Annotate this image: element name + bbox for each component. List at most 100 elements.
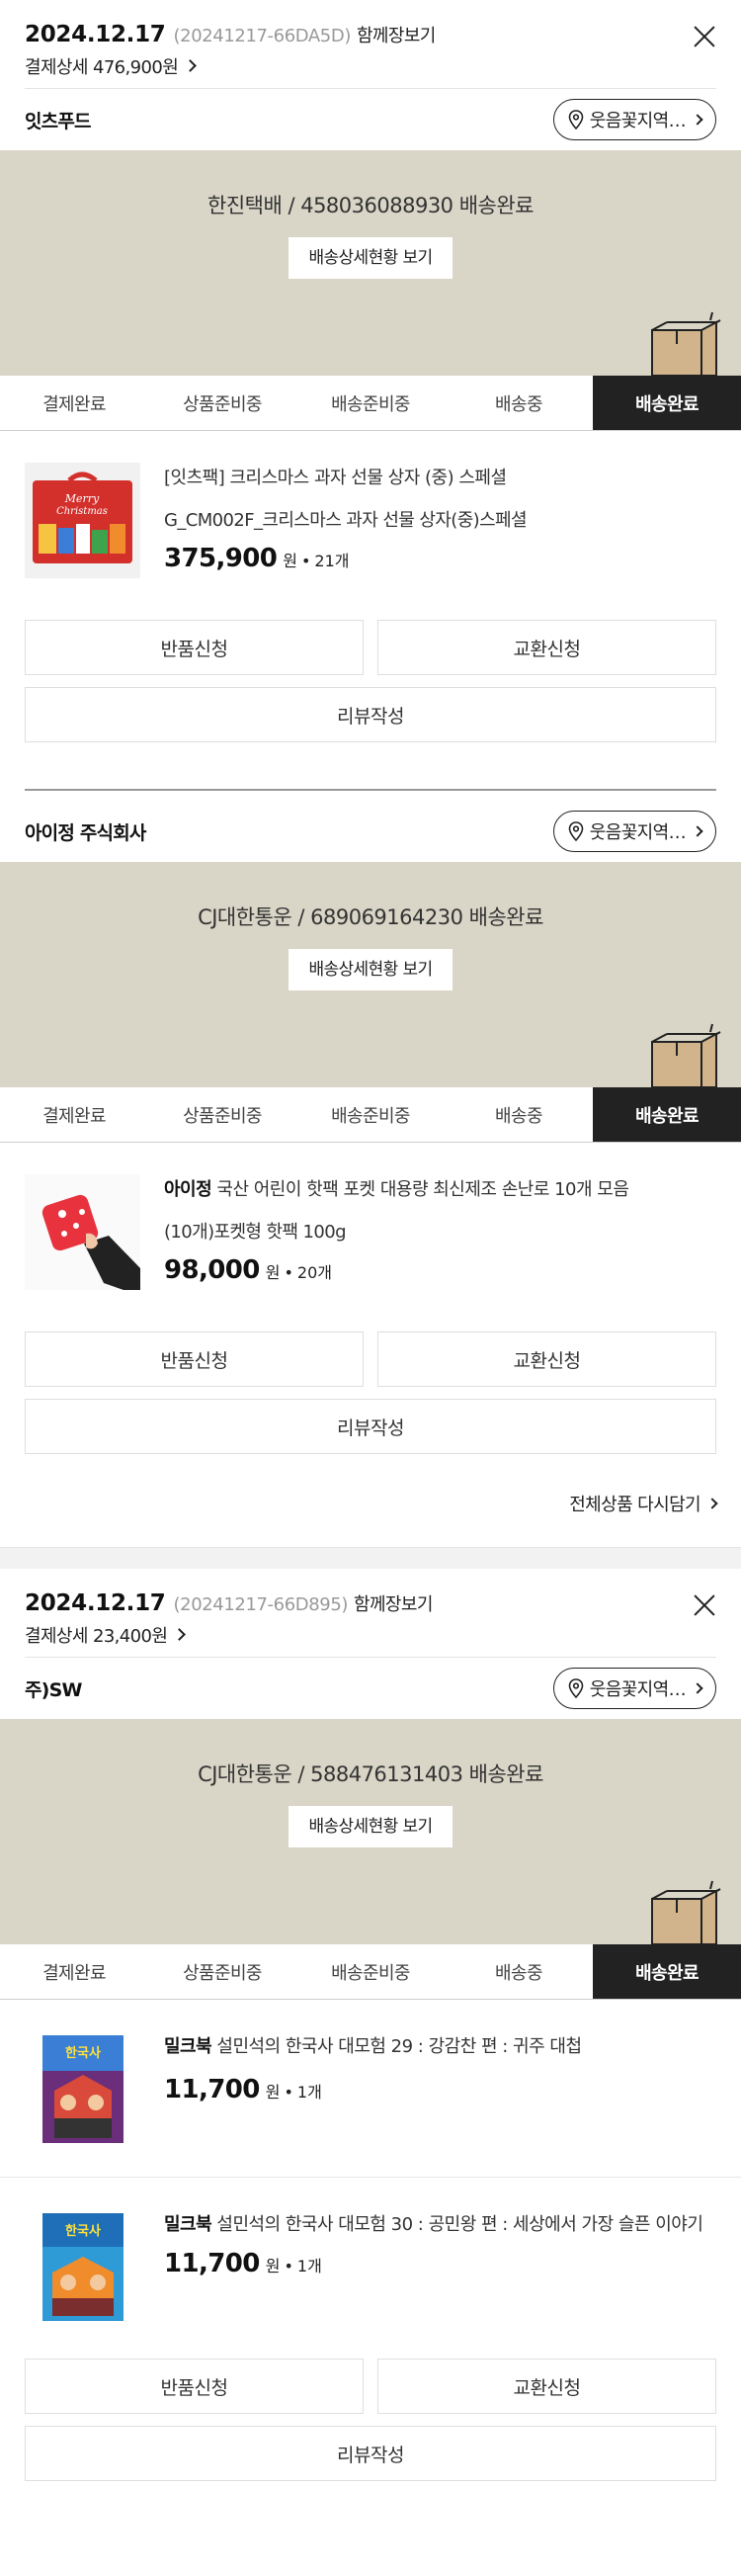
seller-name: 잇츠푸드 [25, 110, 92, 132]
product-price: 11,700 원 • 1개 [164, 2249, 322, 2278]
delivery-steps: 결제완료 상품준비중 배송준비중 배송중 배송완료 [0, 376, 741, 431]
close-icon[interactable] [690, 22, 719, 51]
step-preparing-product: 상품준비중 [183, 1962, 262, 1984]
write-review-button[interactable]: 리뷰작성 [25, 1399, 716, 1454]
write-review-button[interactable]: 리뷰작성 [25, 687, 716, 742]
area-label: 웃음꽃지역… [589, 1679, 687, 1700]
step-preparing-product: 상품준비중 [183, 393, 262, 415]
item-actions: 반품신청 교환신청 리뷰작성 [0, 620, 741, 742]
location-pin-icon [568, 110, 584, 129]
shipment-info: CJ대한통운 / 588476131403 배송완료 [198, 1762, 543, 1786]
step-paid: 결제완료 [42, 393, 106, 415]
step-preparing-shipping: 배송준비중 [331, 1962, 410, 1984]
order-date: 2024.12.17 [25, 22, 166, 47]
step-preparing-shipping: 배송준비중 [331, 393, 410, 415]
chevron-right-icon [692, 114, 703, 126]
product-name[interactable]: 밀크북 설민석의 한국사 대모험 30 : 공민왕 편 : 세상에서 가장 슬픈… [164, 2209, 716, 2241]
area-label: 웃음꽃지역… [589, 822, 687, 843]
product-item[interactable]: Merry Christmas [잇츠팩] 크리스마스 과자 선물 상자 (중) … [0, 431, 741, 578]
step-shipping: 배송중 [495, 1105, 542, 1127]
product-price: 375,900 원 • 21개 [164, 544, 350, 573]
product-thumbnail[interactable]: 한국사 [25, 2031, 140, 2147]
seller-name: 주)SW [25, 1678, 82, 1701]
area-button[interactable]: 웃음꽃지역… [552, 99, 716, 140]
product-option: (10개)포켓형 핫팩 100g [164, 1222, 347, 1243]
item-actions: 반품신청 교환신청 리뷰작성 [0, 2359, 741, 2481]
step-delivered: 배송완료 [593, 376, 741, 430]
step-preparing-product: 상품준비중 [183, 1105, 262, 1127]
delivery-box-icon [651, 1880, 721, 1944]
step-shipping: 배송중 [495, 1962, 542, 1984]
shipment-detail-button[interactable]: 배송상세현황 보기 [288, 237, 453, 279]
shipment-status-box: 한진택배 / 458036088930 배송완료 배송상세현황 보기 [0, 150, 741, 376]
product-option: G_CM002F_크리스마스 과자 선물 상자(중)스페셜 [164, 510, 528, 531]
svg-text:Merry: Merry [64, 492, 100, 505]
seller-row: 잇츠푸드 웃음꽃지역… [0, 89, 741, 150]
reorder-all-link[interactable]: 전체상품 다시담기 [0, 1484, 741, 1523]
reorder-label: 전체상품 다시담기 [569, 1495, 700, 1515]
order-date: 2024.12.17 [25, 1590, 166, 1616]
location-pin-icon [568, 1678, 584, 1698]
product-name[interactable]: 아이정 국산 어린이 핫팩 포켓 대용량 최신제조 손난로 10개 모음 [164, 1174, 716, 1206]
view-together-link[interactable]: 함께장보기 [357, 22, 436, 47]
shipment-status-box: CJ대한통운 / 689069164230 배송완료 배송상세현황 보기 [0, 862, 741, 1087]
exchange-request-button[interactable]: 교환신청 [377, 1331, 716, 1387]
order-id: (20241217-66DA5D) [173, 26, 352, 46]
step-delivered: 배송완료 [593, 1944, 741, 1999]
product-item[interactable]: 아이정 국산 어린이 핫팩 포켓 대용량 최신제조 손난로 10개 모음 (10… [0, 1143, 741, 1290]
step-delivered: 배송완료 [593, 1087, 741, 1142]
view-together-link[interactable]: 함께장보기 [354, 1590, 433, 1616]
delivery-box-icon [651, 1023, 721, 1087]
seller-row: 주)SW 웃음꽃지역… [0, 1658, 741, 1719]
location-pin-icon [568, 821, 584, 841]
delivery-box-icon [651, 311, 721, 376]
exchange-request-button[interactable]: 교환신청 [377, 2359, 716, 2414]
payment-detail-link[interactable]: 결제상세 476,900원 [25, 53, 179, 79]
seller-name: 아이정 주식회사 [25, 821, 146, 844]
chevron-right-icon [173, 1628, 187, 1641]
shipment-status-box: CJ대한통운 / 588476131403 배송완료 배송상세현황 보기 [0, 1719, 741, 1944]
shipment-info: CJ대한통운 / 689069164230 배송완료 [198, 905, 543, 929]
chevron-right-icon [184, 59, 198, 72]
svg-text:한국사: 한국사 [65, 2223, 101, 2239]
product-name[interactable]: [잇츠팩] 크리스마스 과자 선물 상자 (중) 스페셜 [164, 463, 716, 494]
order-id: (20241217-66D895) [173, 1594, 349, 1615]
product-thumbnail[interactable]: 한국사 [25, 2209, 140, 2325]
return-request-button[interactable]: 반품신청 [25, 620, 364, 675]
svg-text:한국사: 한국사 [65, 2045, 101, 2061]
close-icon[interactable] [690, 1590, 719, 1620]
step-paid: 결제완료 [42, 1105, 106, 1127]
exchange-request-button[interactable]: 교환신청 [377, 620, 716, 675]
delivery-steps: 결제완료 상품준비중 배송준비중 배송중 배송완료 [0, 1087, 741, 1143]
step-preparing-shipping: 배송준비중 [331, 1105, 410, 1127]
delivery-steps: 결제완료 상품준비중 배송준비중 배송중 배송완료 [0, 1944, 741, 2000]
order-header: 2024.12.17 (20241217-66D895) 함께장보기 결제상세 … [0, 1569, 741, 1658]
payment-detail-link[interactable]: 결제상세 23,400원 [25, 1622, 168, 1648]
shipment-info: 한진택배 / 458036088930 배송완료 [207, 194, 535, 217]
product-thumbnail[interactable]: MerryChristmas [25, 463, 140, 578]
order-header: 2024.12.17 (20241217-66DA5D) 함께장보기 결제상세 … [0, 0, 741, 89]
return-request-button[interactable]: 반품신청 [25, 2359, 364, 2414]
shipment-detail-button[interactable]: 배송상세현황 보기 [288, 1806, 453, 1847]
section-divider [25, 789, 716, 791]
product-item[interactable]: 한국사 밀크북 설민석의 한국사 대모험 29 : 강감찬 편 : 귀주 대첩 … [0, 2000, 741, 2147]
step-paid: 결제완료 [42, 1962, 106, 1984]
step-shipping: 배송중 [495, 393, 542, 415]
chevron-right-icon [706, 1498, 718, 1509]
chevron-right-icon [692, 825, 703, 837]
product-price: 11,700 원 • 1개 [164, 2075, 322, 2104]
area-label: 웃음꽃지역… [589, 111, 687, 131]
seller-row: 아이정 주식회사 웃음꽃지역… [0, 801, 741, 862]
product-thumbnail[interactable] [25, 1174, 140, 1290]
return-request-button[interactable]: 반품신청 [25, 1331, 364, 1387]
area-button[interactable]: 웃음꽃지역… [552, 1668, 716, 1709]
product-price: 98,000 원 • 20개 [164, 1255, 332, 1285]
product-name[interactable]: 밀크북 설민석의 한국사 대모험 29 : 강감찬 편 : 귀주 대첩 [164, 2031, 716, 2063]
item-actions: 반품신청 교환신청 리뷰작성 [0, 1331, 741, 1454]
chevron-right-icon [692, 1682, 703, 1694]
write-review-button[interactable]: 리뷰작성 [25, 2426, 716, 2481]
shipment-detail-button[interactable]: 배송상세현황 보기 [288, 949, 453, 990]
product-item[interactable]: 한국사 밀크북 설민석의 한국사 대모험 30 : 공민왕 편 : 세상에서 가… [0, 2177, 741, 2325]
svg-text:Christmas: Christmas [56, 506, 108, 517]
area-button[interactable]: 웃음꽃지역… [552, 811, 716, 852]
